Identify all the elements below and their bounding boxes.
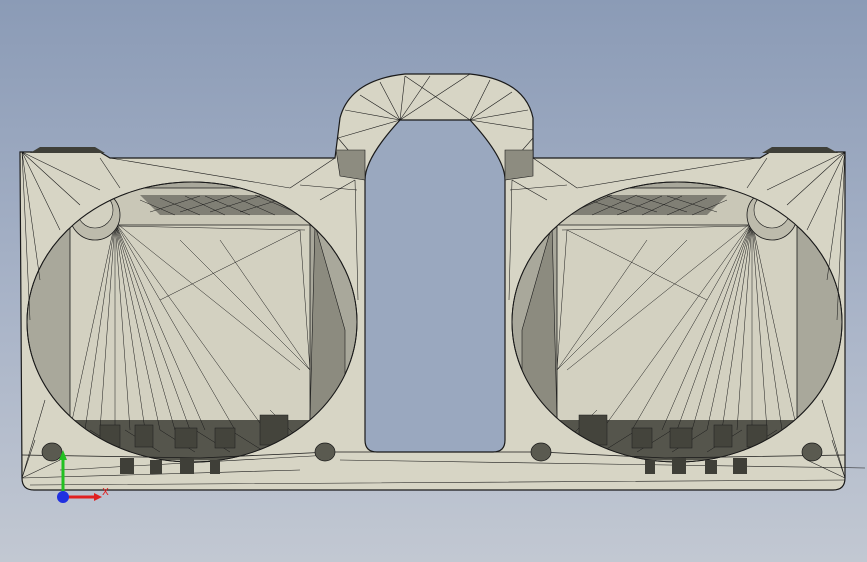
z-axis-icon xyxy=(57,491,69,503)
graphics-viewport[interactable]: X xyxy=(0,0,867,562)
right-pocket xyxy=(511,181,843,463)
cad-part-model[interactable] xyxy=(0,0,867,562)
x-axis-label: X xyxy=(102,487,109,498)
top-left-boss xyxy=(30,147,105,153)
top-right-boss xyxy=(762,147,838,153)
neck-shade-right xyxy=(504,149,534,181)
coordinate-triad xyxy=(57,450,102,503)
left-pocket xyxy=(26,181,358,463)
slot-neck xyxy=(364,119,506,453)
neck-shade-left xyxy=(335,149,366,181)
